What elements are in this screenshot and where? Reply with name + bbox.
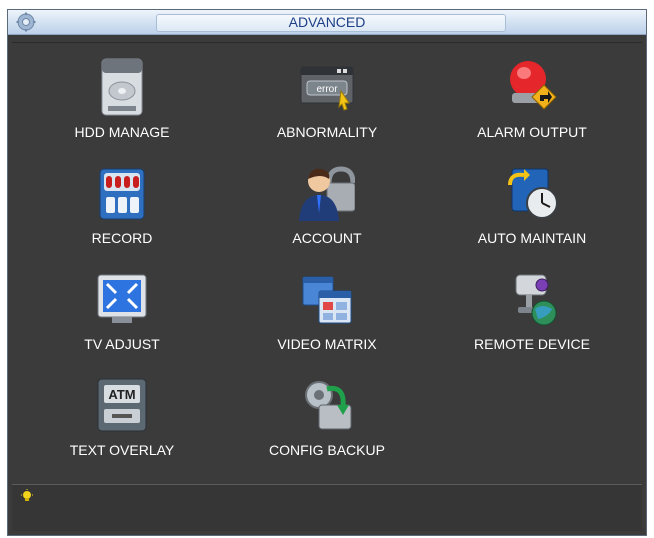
menu-label: ALARM OUTPUT [477, 124, 587, 140]
alarm-siren-icon [510, 61, 557, 110]
menu-item-video-matrix[interactable]: VIDEO MATRIX [232, 269, 422, 369]
config-backup-icon [305, 381, 352, 430]
video-matrix-icon [302, 276, 352, 324]
menu-label: REMOTE DEVICE [474, 336, 590, 352]
menu-label: ACCOUNT [292, 230, 362, 246]
error-text: error [316, 84, 338, 95]
menu-item-text-overlay[interactable]: ATM TEXT OVERLAY [27, 375, 217, 475]
menu-grid: HDD MANAGE error ABNORMALITY ALARM OUTPU… [12, 42, 642, 493]
menu-item-hdd-manage[interactable]: HDD MANAGE [27, 57, 217, 157]
remote-camera-icon [515, 274, 557, 326]
menu-label: HDD MANAGE [74, 124, 170, 140]
menu-label: AUTO MAINTAIN [477, 230, 587, 246]
status-bar [12, 484, 642, 531]
auto-maintain-clock-icon [508, 168, 558, 219]
menu-item-abnormality[interactable]: error ABNORMALITY [232, 57, 422, 157]
menu-item-account[interactable]: ACCOUNT [232, 163, 422, 263]
error-window-icon: error [300, 66, 354, 111]
menu-item-config-backup[interactable]: CONFIG BACKUP [232, 375, 422, 475]
menu-label: TEXT OVERLAY [69, 442, 175, 458]
menu-label: CONFIG BACKUP [269, 442, 385, 458]
record-panel-icon [99, 168, 145, 220]
window-title: ADVANCED [288, 14, 366, 30]
account-lock-icon [299, 166, 355, 221]
menu-item-remote-device[interactable]: REMOTE DEVICE [437, 269, 627, 369]
menu-item-tv-adjust[interactable]: TV ADJUST [27, 269, 217, 369]
menu-item-auto-maintain[interactable]: AUTO MAINTAIN [437, 163, 627, 263]
lightbulb-icon [21, 489, 33, 501]
menu-label: TV ADJUST [84, 336, 160, 352]
atm-text: ATM [108, 387, 135, 402]
menu-label: VIDEO MATRIX [277, 336, 377, 352]
menu-item-alarm-output[interactable]: ALARM OUTPUT [437, 57, 627, 157]
hdd-icon [101, 58, 143, 116]
advanced-window: ADVANCED HDD MANAGE error ABNORMALITY AL… [7, 9, 647, 536]
atm-icon: ATM [97, 378, 147, 432]
title-bar: ADVANCED [8, 10, 646, 35]
menu-label: RECORD [91, 230, 153, 246]
tv-adjust-icon [97, 274, 147, 323]
menu-item-record[interactable]: RECORD [27, 163, 217, 263]
menu-label: ABNORMALITY [276, 124, 378, 140]
